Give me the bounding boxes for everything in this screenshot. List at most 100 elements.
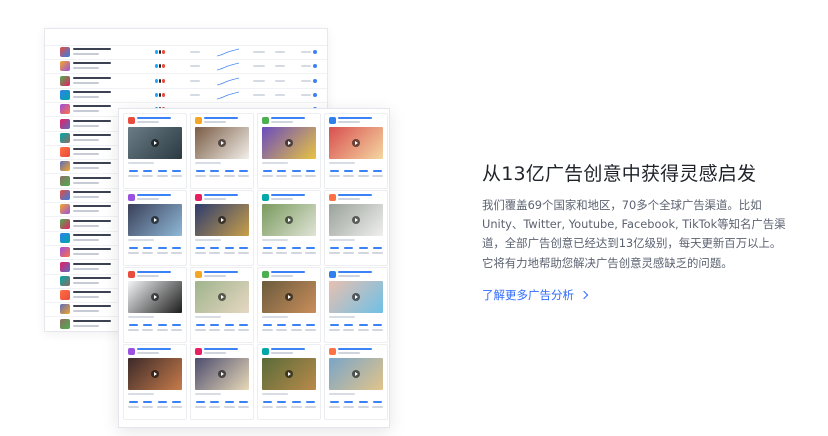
app-icon	[262, 194, 269, 201]
card-title-placeholder	[271, 194, 305, 196]
stat-placeholder	[290, 324, 302, 331]
app-icon	[60, 61, 70, 72]
card-stats	[329, 401, 383, 408]
stat-placeholder	[209, 324, 221, 331]
stat-placeholder	[156, 401, 168, 408]
stat-placeholder	[170, 247, 182, 254]
creative-card	[190, 267, 254, 343]
network-icons	[155, 64, 166, 69]
app-name-placeholder	[73, 305, 111, 308]
card-subtitle-placeholder	[338, 352, 360, 354]
app-name-placeholder	[73, 262, 111, 265]
stat-placeholder	[128, 170, 139, 177]
play-icon	[285, 216, 293, 224]
card-subtitle-placeholder	[137, 198, 159, 200]
card-title-placeholder	[338, 194, 372, 196]
card-title-placeholder	[338, 117, 372, 119]
app-developer-placeholder	[73, 281, 99, 284]
app-icon	[262, 348, 269, 355]
table-cell-placeholder	[190, 51, 200, 53]
app-icon	[128, 194, 135, 201]
creative-card	[324, 344, 388, 420]
stat-placeholder	[170, 401, 182, 408]
app-icon	[60, 218, 70, 229]
app-developer-placeholder	[73, 181, 99, 184]
stat-placeholder	[276, 247, 288, 254]
creative-thumbnail	[128, 204, 182, 236]
play-icon	[285, 293, 293, 301]
stat-placeholder	[223, 401, 235, 408]
ranking-row	[45, 88, 327, 103]
app-name-placeholder	[73, 48, 111, 50]
stat-placeholder	[304, 324, 316, 331]
app-developer-placeholder	[73, 167, 99, 170]
table-cell-placeholder	[253, 65, 265, 68]
trend-sparkline	[217, 62, 239, 71]
card-note-placeholder	[262, 239, 288, 241]
stat-placeholder	[357, 401, 369, 408]
table-cell-placeholder	[253, 51, 265, 53]
stat-placeholder	[142, 247, 154, 254]
stat-placeholder	[371, 324, 383, 331]
trend-sparkline	[217, 48, 239, 57]
action-dot	[313, 92, 317, 97]
app-developer-placeholder	[73, 324, 99, 327]
app-developer-placeholder	[73, 196, 99, 198]
creative-grid-screenshot	[118, 108, 390, 428]
app-icon	[60, 118, 70, 129]
play-icon	[218, 370, 226, 378]
table-cell-placeholder	[275, 79, 285, 82]
stat-placeholder	[290, 247, 302, 254]
app-developer-placeholder	[73, 310, 99, 313]
card-note-placeholder	[128, 393, 154, 395]
stat-placeholder	[371, 401, 383, 408]
stat-placeholder	[262, 170, 273, 177]
card-title-placeholder	[338, 271, 372, 273]
learn-more-link[interactable]: 了解更多广告分析	[482, 287, 589, 303]
app-icon	[60, 304, 70, 315]
app-icon	[128, 117, 135, 124]
stat-placeholder	[223, 324, 235, 331]
network-icons	[155, 50, 166, 54]
play-icon	[218, 293, 226, 301]
app-icon	[262, 117, 269, 124]
stat-placeholder	[329, 247, 340, 254]
stat-placeholder	[142, 401, 154, 408]
stat-placeholder	[237, 247, 249, 254]
creative-card	[257, 113, 321, 189]
app-icon	[60, 275, 70, 286]
card-subtitle-placeholder	[271, 121, 293, 123]
card-stats	[262, 324, 316, 331]
app-icon	[60, 104, 70, 115]
app-developer-placeholder	[73, 224, 99, 227]
card-subtitle-placeholder	[338, 275, 360, 277]
app-icon	[262, 271, 269, 278]
app-icon	[60, 75, 70, 86]
creative-thumbnail	[329, 281, 383, 313]
stat-placeholder	[304, 401, 316, 408]
stat-placeholder	[195, 170, 206, 177]
app-name-placeholder	[73, 248, 111, 251]
app-name-placeholder	[73, 62, 111, 65]
app-developer-placeholder	[73, 238, 99, 241]
stat-placeholder	[357, 247, 369, 254]
app-icon	[195, 194, 202, 201]
table-cell-placeholder	[253, 79, 265, 82]
card-subtitle-placeholder	[204, 275, 226, 277]
card-title-placeholder	[137, 348, 171, 350]
stat-placeholder	[128, 247, 139, 254]
app-name-placeholder	[73, 148, 111, 151]
stat-placeholder	[195, 401, 206, 408]
table-cell-placeholder	[275, 51, 285, 53]
chevron-right-icon	[579, 290, 589, 300]
creative-card	[123, 190, 187, 266]
card-stats	[262, 170, 316, 177]
app-icon	[60, 161, 70, 172]
creative-thumbnail	[128, 127, 182, 159]
stat-placeholder	[290, 170, 302, 177]
app-icon	[195, 348, 202, 355]
table-cell-placeholder	[301, 79, 311, 82]
stat-placeholder	[371, 247, 383, 254]
feature-description: 我们覆盖69个国家和地区，70多个全球广告渠道。比如Unity、Twitter,…	[482, 198, 786, 270]
stat-placeholder	[170, 170, 182, 177]
